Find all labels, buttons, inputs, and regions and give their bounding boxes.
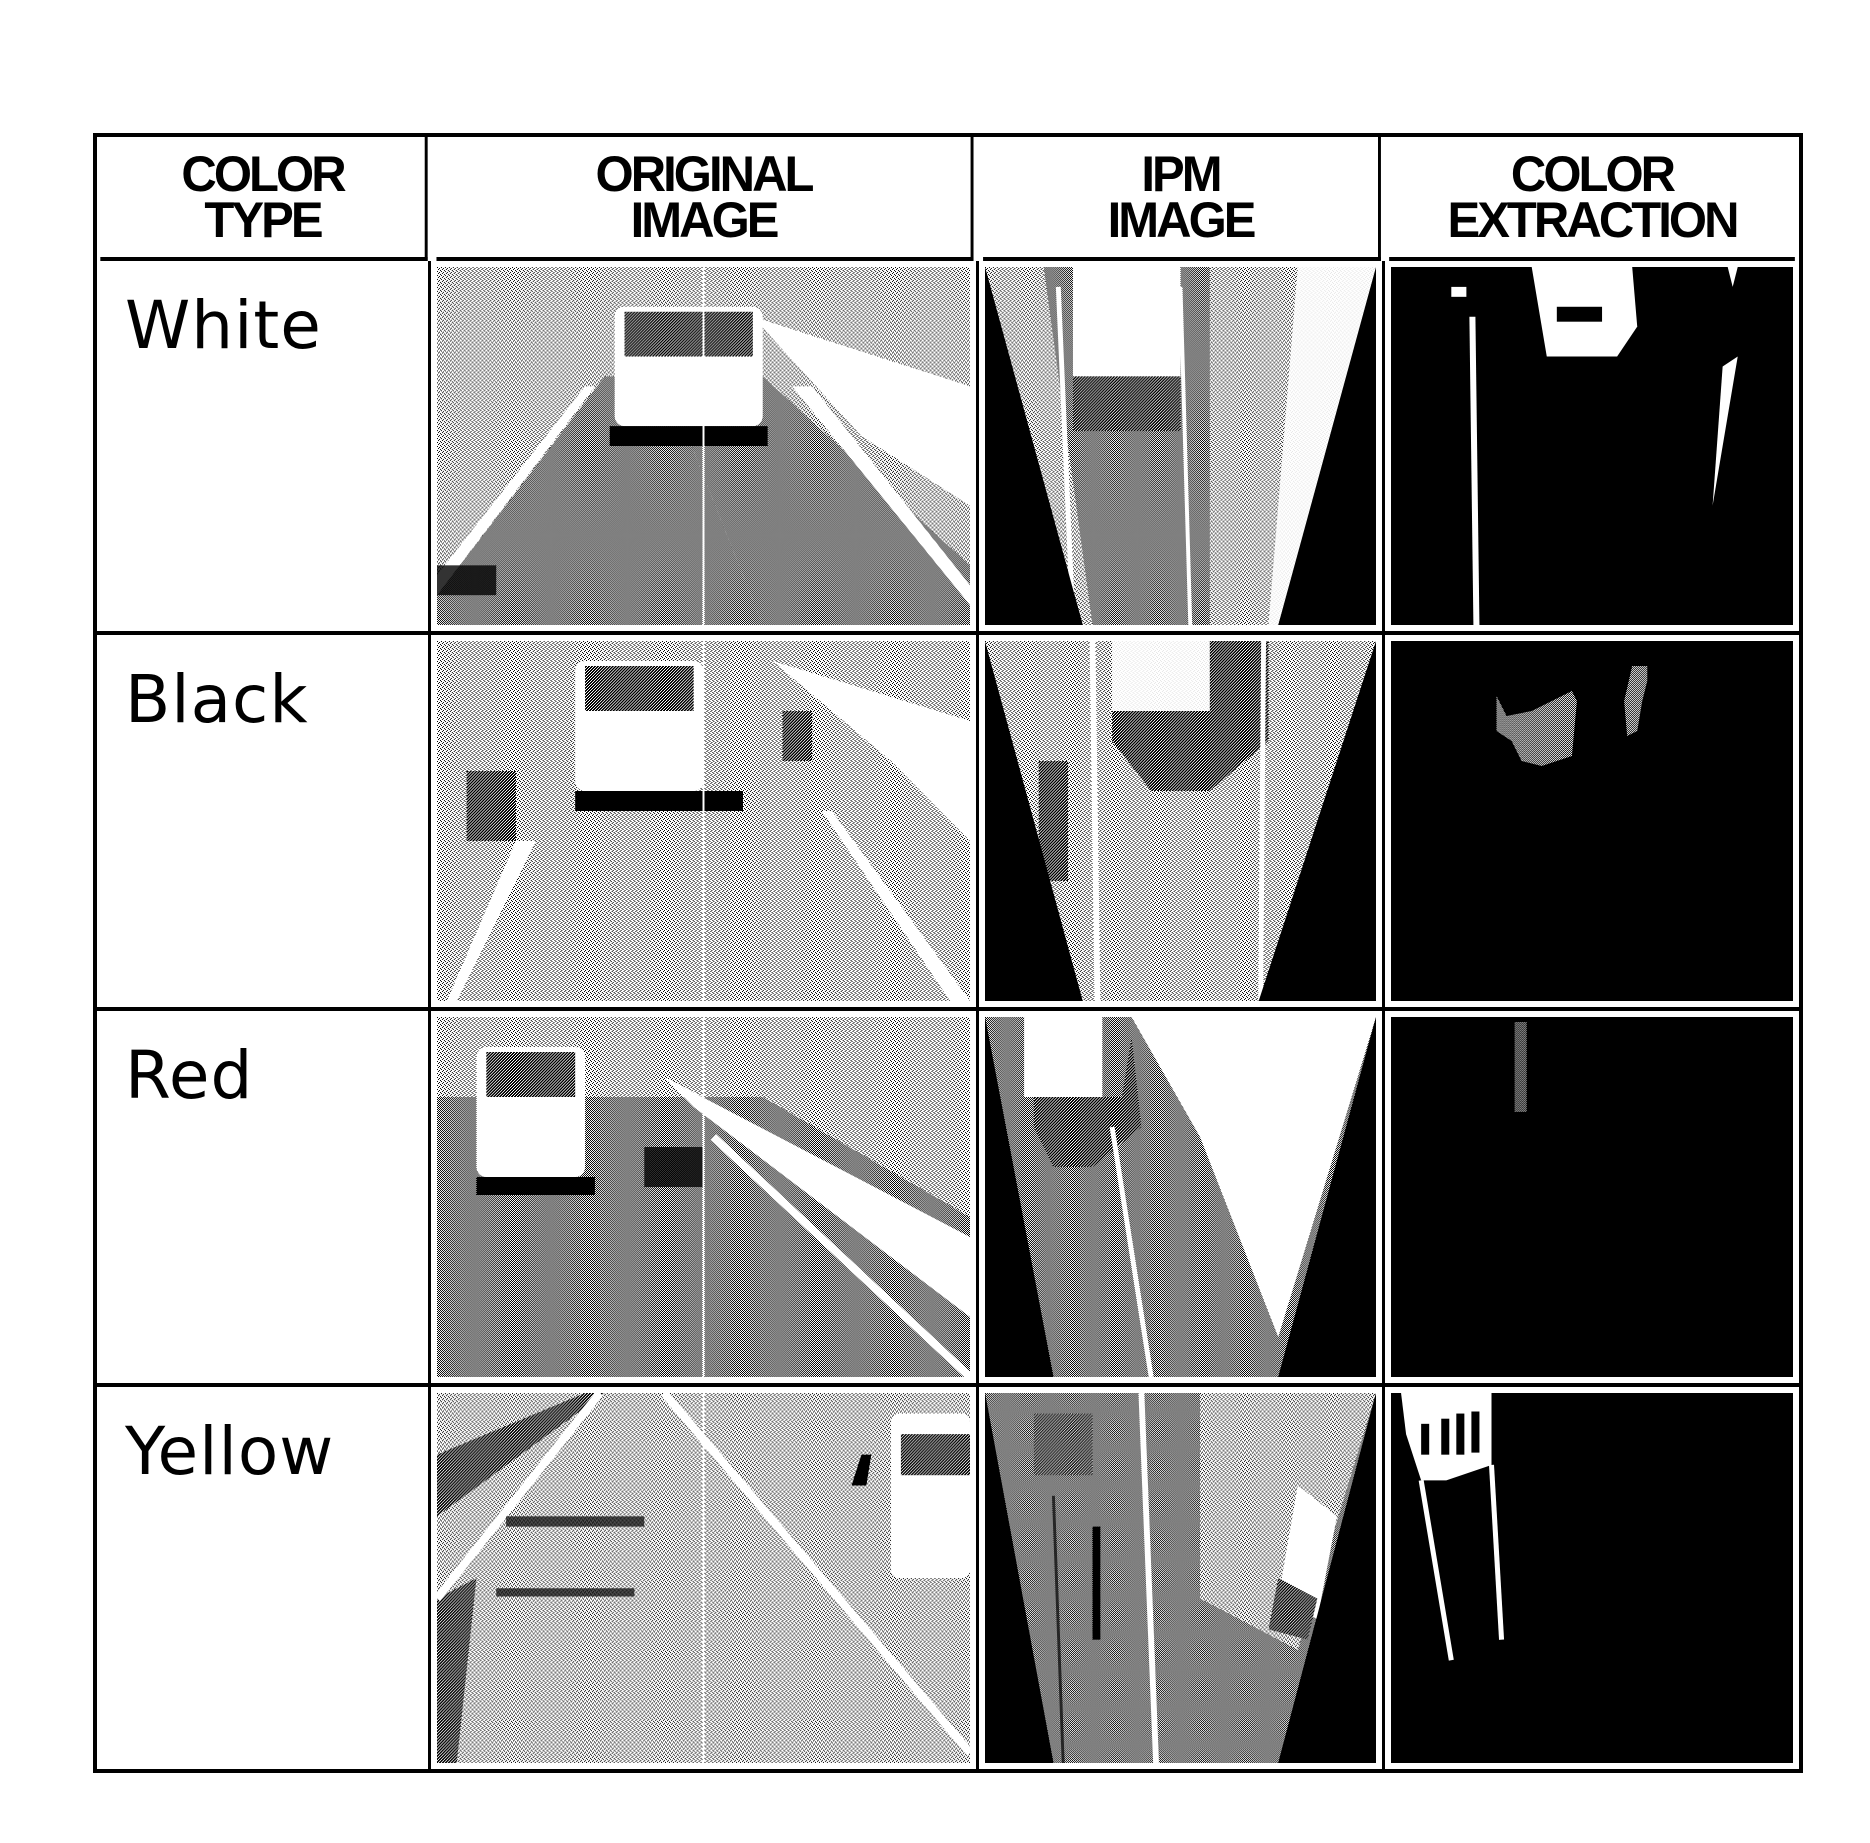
color-type-label: Red bbox=[125, 1037, 254, 1114]
header-text: COLOR bbox=[181, 146, 346, 202]
ipm-image bbox=[985, 641, 1376, 1001]
row-black-label-cell: Black bbox=[97, 635, 431, 1011]
row-yellow-ipm-image bbox=[979, 1387, 1385, 1769]
ipm-image bbox=[985, 1017, 1376, 1377]
original-image bbox=[437, 641, 970, 1001]
row-white-color-extraction bbox=[1385, 261, 1799, 635]
color-type-label: White bbox=[125, 287, 322, 364]
header-text: ORIGINAL bbox=[595, 146, 815, 202]
row-red-original-image bbox=[431, 1011, 979, 1387]
header-text: TYPE bbox=[204, 192, 323, 248]
header-text: IMAGE bbox=[1107, 192, 1257, 248]
original-image bbox=[437, 267, 970, 625]
color-type-label: Yellow bbox=[125, 1413, 335, 1490]
header-ipm-image: IPM IMAGE bbox=[983, 137, 1381, 261]
row-black-original-image bbox=[431, 635, 979, 1011]
header-text: IPM bbox=[1141, 146, 1222, 202]
figure-table: COLOR TYPE ORIGINAL IMAGE IPM IMAGE COLOR EX… bbox=[93, 133, 1803, 1773]
row-red-color-extraction bbox=[1385, 1011, 1799, 1387]
ipm-image bbox=[985, 267, 1376, 625]
row-red-ipm-image bbox=[979, 1011, 1385, 1387]
header-color-type: COLOR TYPE bbox=[100, 137, 428, 261]
row-red-label-cell: Red bbox=[97, 1011, 431, 1387]
row-yellow-original-image bbox=[431, 1387, 979, 1769]
row-black-ipm-image bbox=[979, 635, 1385, 1011]
color-extraction-image bbox=[1391, 1017, 1793, 1377]
row-black-color-extraction bbox=[1385, 635, 1799, 1011]
header-color-extraction: COLOR EXTRACTION bbox=[1389, 137, 1795, 261]
row-yellow-color-extraction bbox=[1385, 1387, 1799, 1769]
row-yellow-label-cell: Yellow bbox=[97, 1387, 431, 1769]
original-image bbox=[437, 1393, 970, 1763]
header-text: COLOR bbox=[1510, 146, 1676, 202]
color-extraction-image bbox=[1391, 267, 1793, 625]
row-white-ipm-image bbox=[979, 261, 1385, 635]
row-white-label-cell: White bbox=[97, 261, 431, 635]
ipm-image bbox=[985, 1393, 1376, 1763]
color-extraction-image bbox=[1391, 641, 1793, 1001]
color-type-label: Black bbox=[125, 661, 309, 738]
header-text: IMAGE bbox=[630, 192, 780, 248]
original-image bbox=[437, 1017, 970, 1377]
row-white-original-image bbox=[431, 261, 979, 635]
header-text: EXTRACTION bbox=[1447, 192, 1739, 248]
color-extraction-image bbox=[1391, 1393, 1793, 1763]
header-original-image: ORIGINAL IMAGE bbox=[436, 137, 974, 261]
